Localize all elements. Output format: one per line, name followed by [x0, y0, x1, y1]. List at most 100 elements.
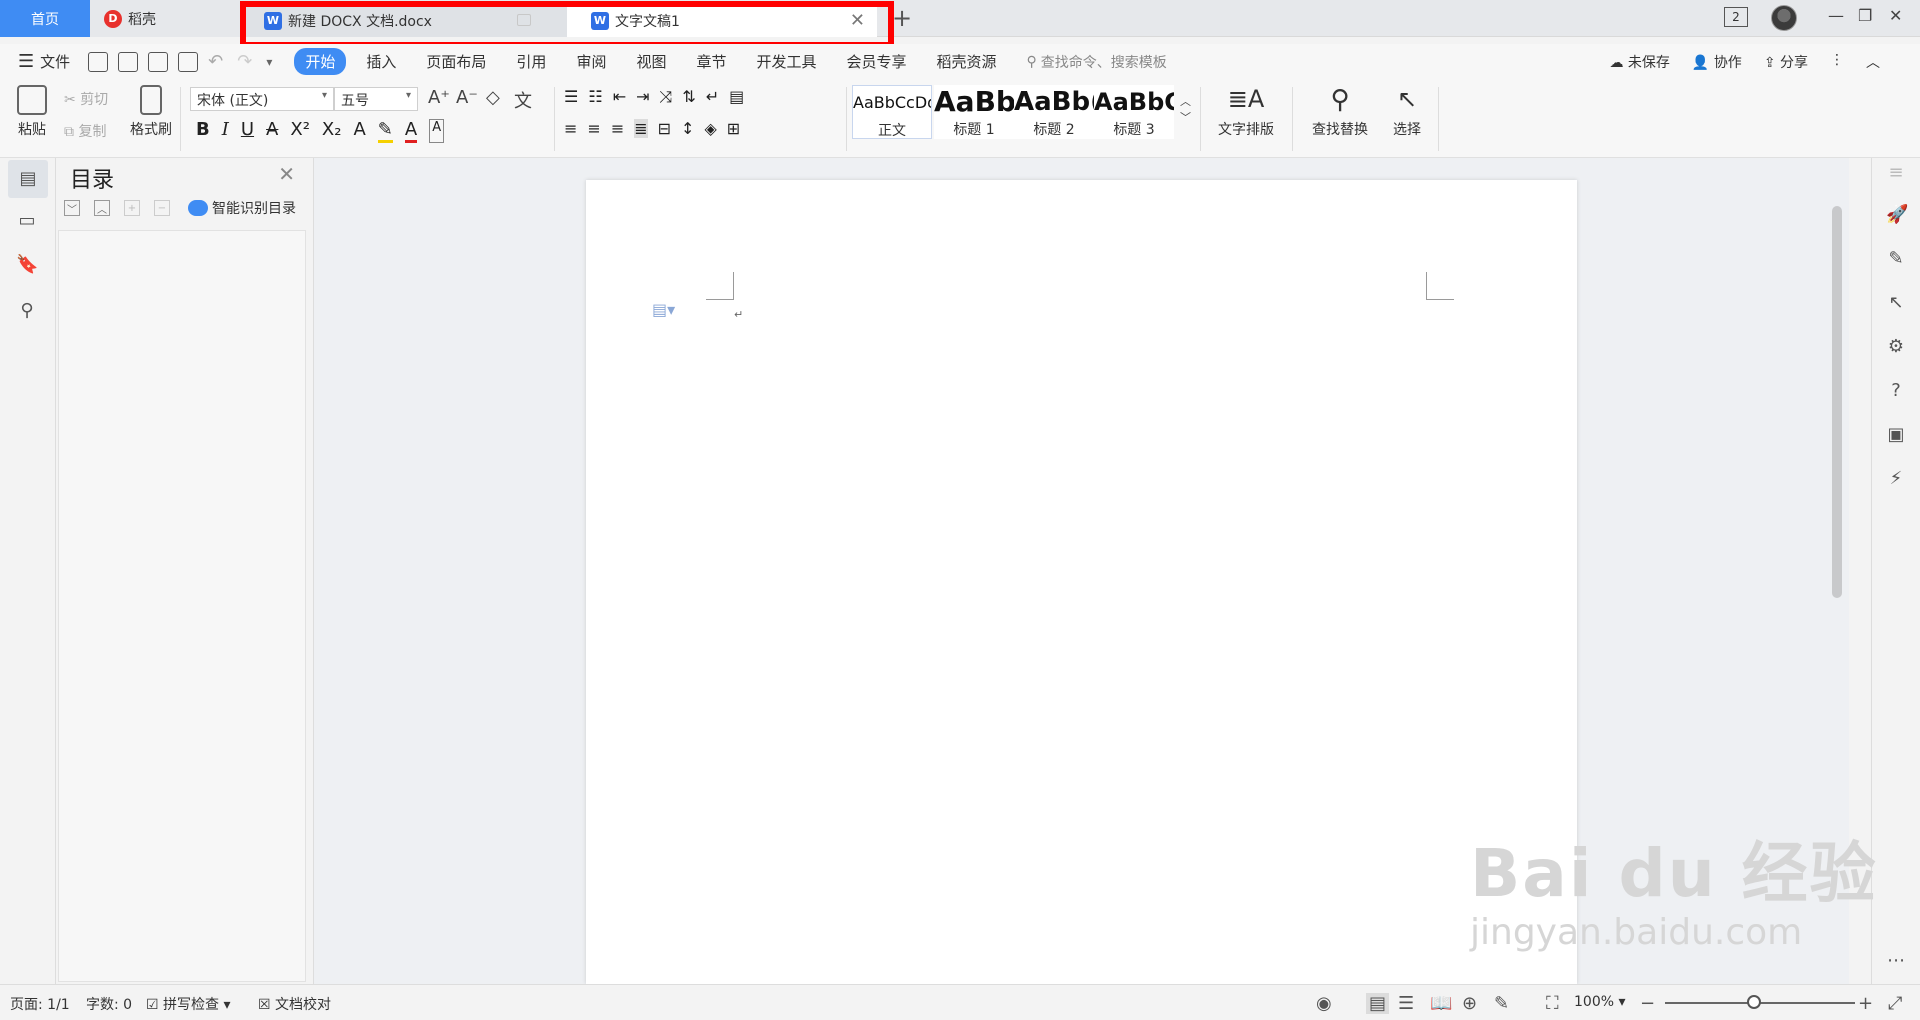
underline-icon[interactable]: U — [241, 119, 254, 143]
tab-view[interactable]: 视图 — [636, 51, 666, 72]
pen-icon[interactable]: ✎ — [1886, 248, 1906, 269]
cut-button[interactable]: ✂ 剪切 — [64, 89, 108, 109]
italic-icon[interactable]: I — [222, 119, 229, 143]
collapse-all-icon[interactable]: ︿ — [94, 200, 110, 216]
pointer-icon[interactable]: ↖ — [1886, 292, 1906, 313]
tab-page-layout[interactable]: 页面布局 — [426, 51, 486, 72]
increase-font-icon[interactable]: A⁺ — [428, 87, 450, 108]
close-icon[interactable]: ✕ — [278, 162, 295, 186]
close-tab-icon[interactable]: ✕ — [850, 10, 865, 31]
tab-review[interactable]: 审阅 — [576, 51, 606, 72]
select-button[interactable]: ↖ 选择 — [1382, 85, 1432, 139]
tab-developer[interactable]: 开发工具 — [756, 51, 816, 72]
tab-references[interactable]: 引用 — [516, 51, 546, 72]
highlight-icon[interactable]: ✎ — [377, 119, 393, 143]
write-mode-icon[interactable]: ✎ — [1494, 993, 1509, 1014]
tab-daoke[interactable]: D 稻壳 — [90, 0, 240, 37]
page-count[interactable]: 页面: 1/1 — [10, 994, 70, 1014]
settings-sliders-icon[interactable]: ⚙ — [1886, 336, 1906, 357]
hamburger-icon[interactable]: ☰ — [18, 51, 34, 72]
chapter-nav-icon[interactable]: ▭ — [16, 210, 38, 232]
tab-home[interactable]: 首页 — [0, 0, 90, 37]
tab-daoke-resources[interactable]: 稻壳资源 — [937, 51, 997, 72]
search-nav-icon[interactable]: ⚲ — [16, 300, 38, 322]
paste-options-icon[interactable]: ▤▾ — [652, 300, 675, 319]
rocket-icon[interactable]: 🚀 — [1886, 204, 1908, 225]
redo-icon[interactable]: ↷ — [237, 51, 252, 72]
phonetic-guide-icon[interactable]: 文 — [514, 87, 532, 113]
web-view-icon[interactable]: ⊕ — [1462, 993, 1477, 1014]
text-effect-icon[interactable]: A — [353, 119, 365, 143]
font-size-select[interactable]: 五号 ▾ — [334, 87, 418, 111]
distributed-icon[interactable]: ⊟ — [658, 119, 671, 138]
word-count[interactable]: 字数: 0 — [86, 994, 132, 1014]
save-icon[interactable] — [88, 51, 109, 72]
superscript-icon[interactable]: X² — [290, 119, 310, 143]
ruler-icon[interactable]: ▤ — [729, 87, 744, 107]
expand-all-icon[interactable]: ﹀ — [64, 200, 80, 216]
bold-icon[interactable]: B — [196, 119, 210, 143]
outline-view-icon[interactable]: ☰ — [1398, 993, 1414, 1014]
align-right-icon[interactable]: ≡ — [611, 119, 624, 138]
reading-view-icon[interactable]: 📖 — [1430, 993, 1452, 1014]
borders-icon[interactable]: ⊞ — [727, 119, 740, 138]
tab-section[interactable]: 章节 — [696, 51, 726, 72]
copy-button[interactable]: ⧉ 复制 — [64, 121, 106, 141]
minimize-button[interactable]: — — [1828, 6, 1844, 25]
tab-membership[interactable]: 会员专享 — [847, 51, 907, 72]
toc-nav-icon[interactable]: ▤ — [8, 160, 48, 198]
format-painter-button[interactable]: 格式刷 — [126, 85, 176, 139]
page-view-icon[interactable]: ▤ — [1366, 993, 1390, 1014]
fullscreen-icon[interactable]: ⤢ — [1888, 993, 1902, 1014]
document-page[interactable]: ▤▾ ↵ — [586, 180, 1577, 984]
promote-icon[interactable]: + — [124, 200, 140, 216]
increase-indent-icon[interactable]: ⇥ — [636, 87, 649, 107]
font-name-select[interactable]: 宋体 (正文) ▾ — [190, 87, 334, 111]
demote-icon[interactable]: − — [154, 200, 170, 216]
collapse-ribbon-icon[interactable]: ︿ — [1866, 52, 1880, 72]
shading-icon[interactable]: ◈ — [704, 119, 716, 138]
bookmark-icon[interactable]: 🔖 — [16, 254, 38, 276]
align-left-icon[interactable]: ≡ — [564, 119, 577, 138]
smart-toc-button[interactable]: 智能识别目录 — [188, 198, 296, 218]
numbered-list-icon[interactable]: ☷ — [588, 87, 602, 107]
chinese-layout-icon[interactable]: ⤨ — [660, 87, 673, 107]
tab-insert[interactable]: 插入 — [366, 51, 396, 72]
quick-access-dropdown-icon[interactable]: ▾ — [266, 55, 272, 69]
style-heading-1[interactable]: AaBb 标题 1 — [934, 85, 1014, 139]
paste-button[interactable]: 粘贴 — [12, 85, 52, 139]
lightning-icon[interactable]: ⚡ — [1886, 468, 1906, 489]
more-icon[interactable]: ⋯ — [1886, 950, 1906, 971]
subscript-icon[interactable]: X₂ — [322, 119, 342, 143]
fit-page-icon[interactable]: ⛶ — [1546, 993, 1559, 1014]
new-tab-button[interactable]: + — [892, 4, 912, 32]
scrollbar-thumb[interactable] — [1832, 206, 1842, 598]
image-tools-icon[interactable]: ▣ — [1886, 424, 1906, 445]
zoom-slider-knob[interactable] — [1747, 995, 1761, 1009]
help-icon[interactable]: ? — [1886, 380, 1906, 401]
find-replace-button[interactable]: ⚲ 查找替换 — [1302, 85, 1378, 139]
print-preview-icon[interactable] — [178, 51, 199, 72]
share-button[interactable]: ⇪ 分享 — [1764, 52, 1808, 72]
line-spacing-icon[interactable]: ↕ — [681, 119, 694, 138]
collab-button[interactable]: 👤 协作 — [1692, 52, 1742, 72]
close-window-button[interactable]: ✕ — [1889, 6, 1902, 25]
export-pdf-icon[interactable] — [118, 51, 139, 72]
command-search-input[interactable]: 查找命令、搜索模板 — [1041, 52, 1167, 72]
proofread-button[interactable]: ☒ 文档校对 — [258, 994, 331, 1014]
unsaved-status[interactable]: ☁ 未保存 — [1609, 52, 1669, 72]
print-icon[interactable] — [148, 51, 169, 72]
restore-button[interactable]: ❐ — [1858, 6, 1872, 25]
align-center-icon[interactable]: ≡ — [587, 119, 600, 138]
font-color-icon[interactable]: A — [404, 119, 418, 143]
styles-scroll-icon[interactable]: ︿ ﹀ — [1180, 93, 1191, 125]
strikethrough-icon[interactable]: A — [266, 119, 278, 143]
clear-format-icon[interactable]: ◇ — [486, 87, 500, 108]
decrease-font-icon[interactable]: A⁻ — [456, 87, 478, 108]
tab-home-ribbon[interactable]: 开始 — [294, 48, 347, 75]
text-layout-button[interactable]: ≣A 文字排版 — [1208, 85, 1284, 139]
char-border-icon[interactable]: A — [429, 119, 445, 143]
doc-tab-docx[interactable]: W 新建 DOCX 文档.docx — [240, 4, 567, 37]
doc-tab-active[interactable]: W 文字文稿1 ✕ — [567, 4, 877, 37]
justify-icon[interactable]: ≣ — [634, 119, 648, 138]
